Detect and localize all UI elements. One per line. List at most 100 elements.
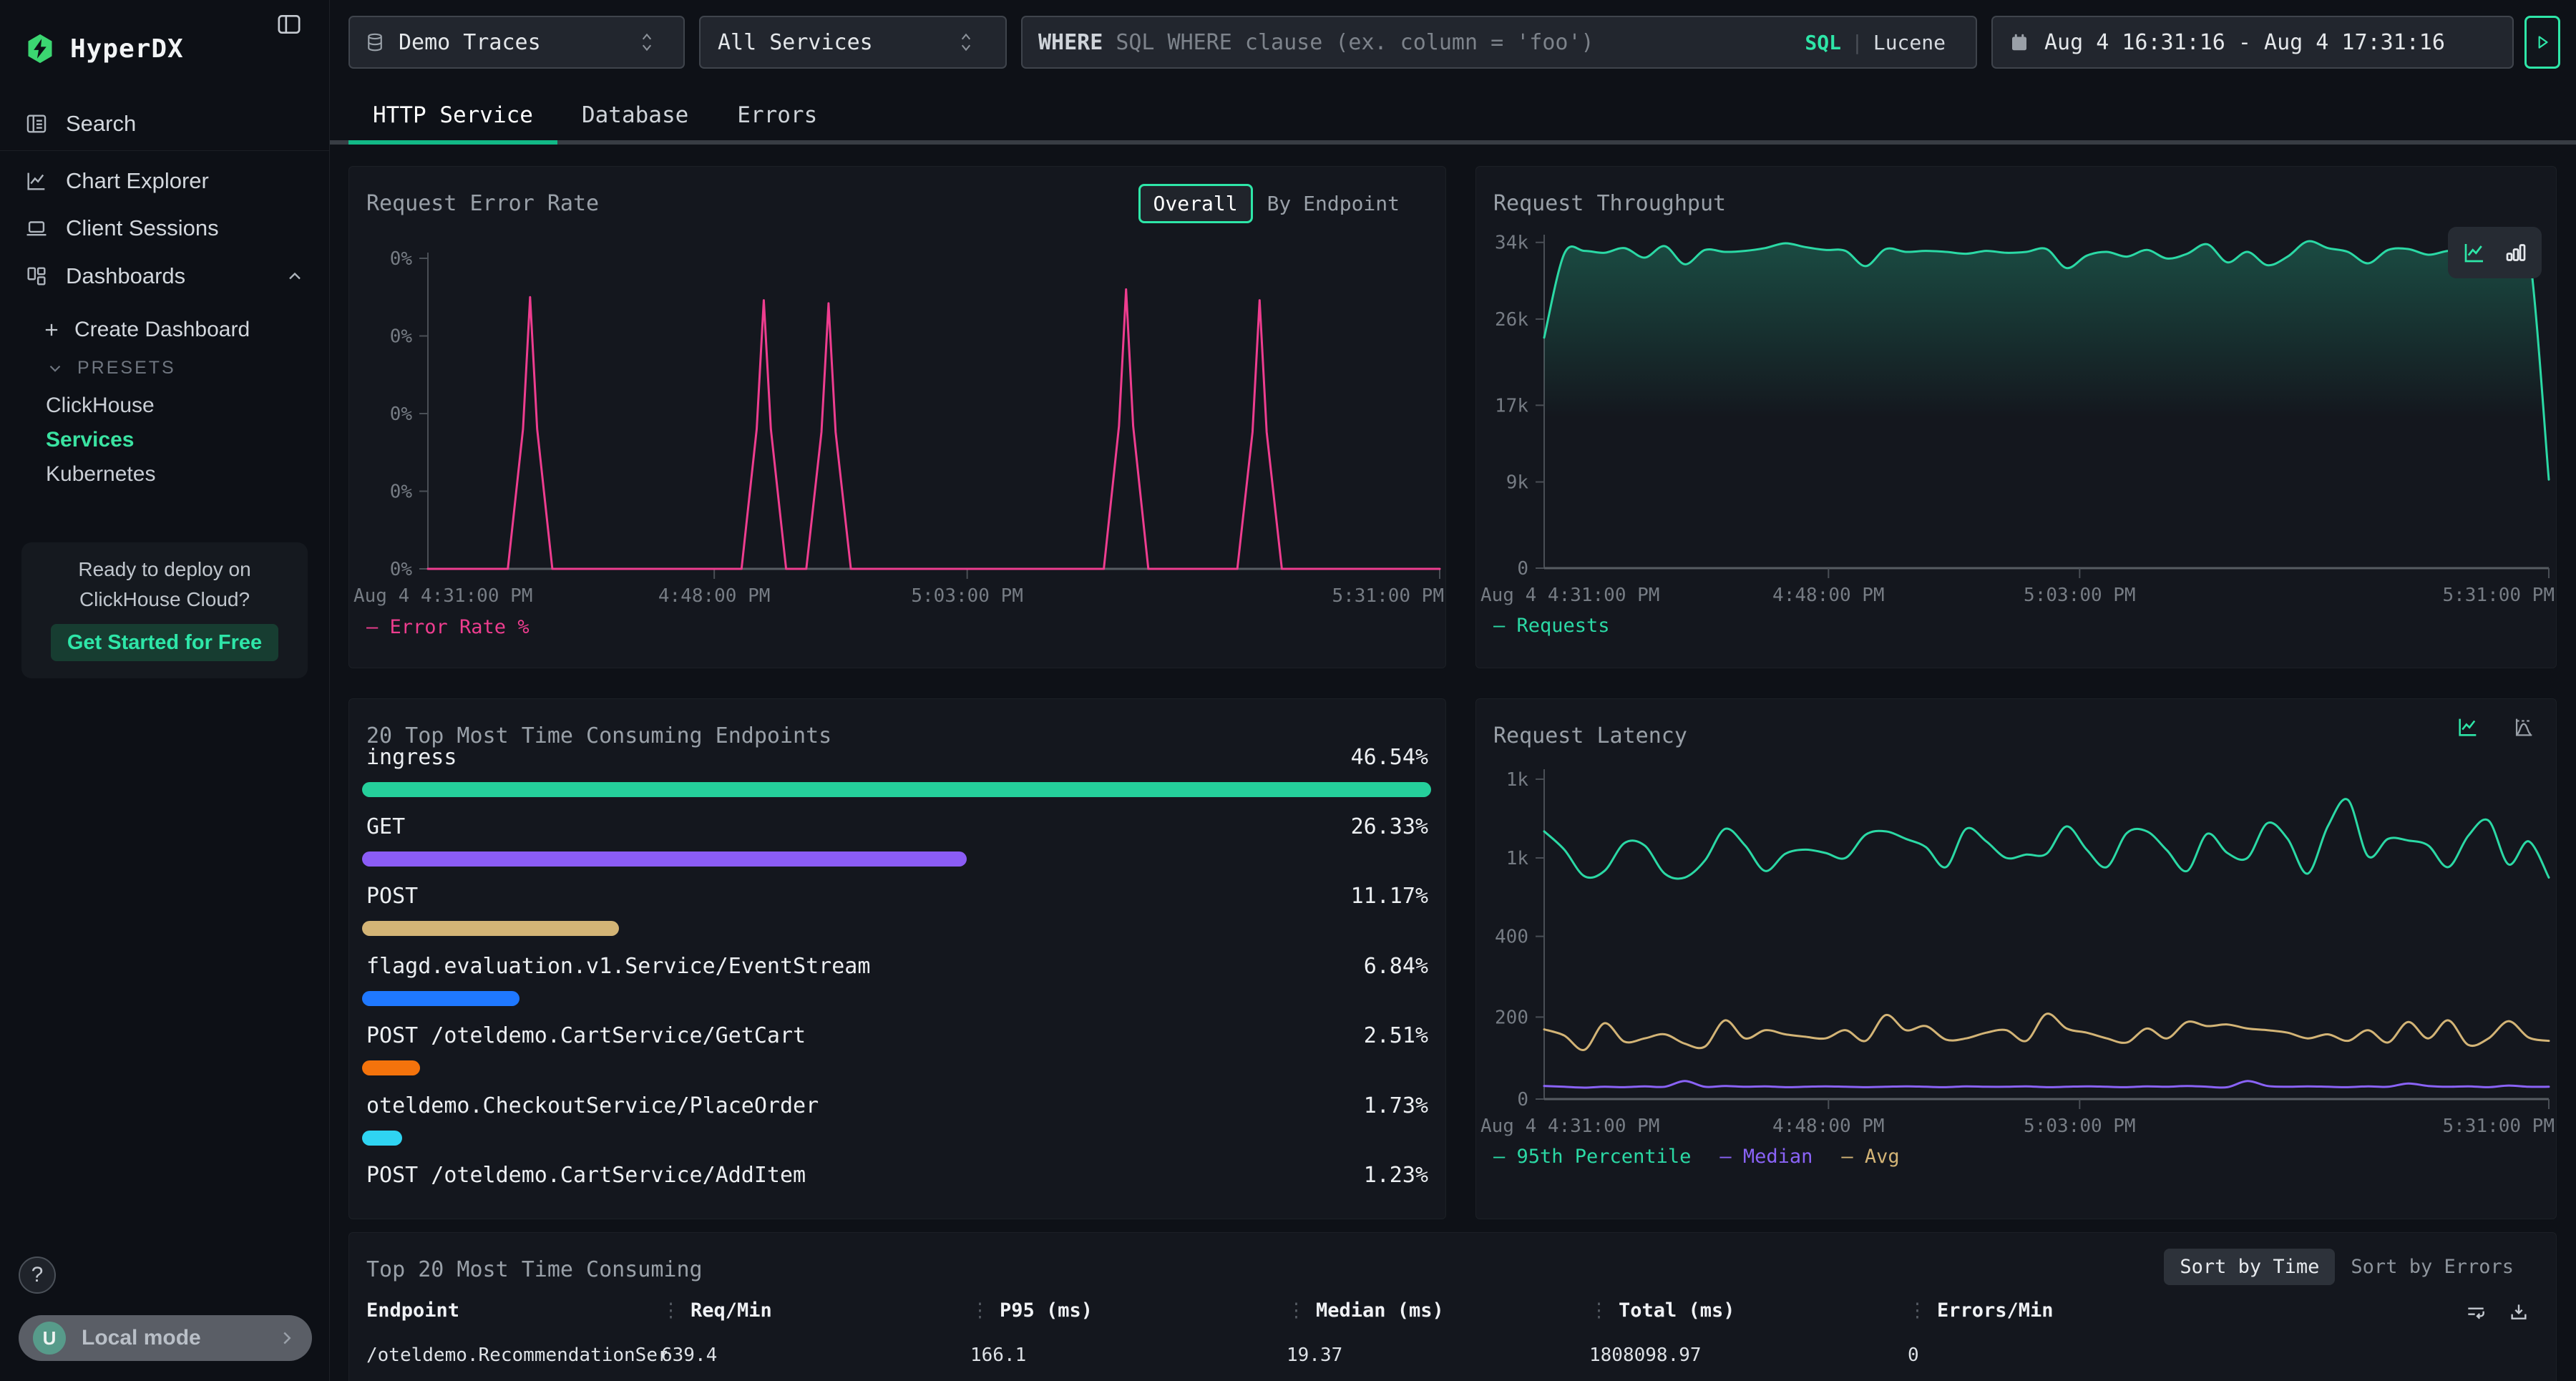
sidebar-collapse-icon[interactable] (275, 10, 303, 39)
column-grip-icon[interactable]: ⋮ (1287, 1299, 1306, 1322)
user-mode-label: Local mode (82, 1326, 201, 1350)
panel-title: Request Error Rate (366, 191, 599, 216)
sidebar-preset-services[interactable]: Services (46, 428, 134, 452)
get-started-button[interactable]: Get Started for Free (51, 624, 278, 661)
tab-errors[interactable]: Errors (713, 90, 841, 145)
sql-mode-button[interactable]: SQL (1805, 31, 1841, 54)
service-select[interactable]: All Services (699, 16, 1007, 69)
error-rate-chart[interactable]: 0%0%0%0%0%Aug 4 4:31:00 PM4:48:00 PM5:03… (349, 243, 1447, 612)
cell-endpoint[interactable]: /oteldemo.RecommendationServ (366, 1345, 667, 1366)
column-grip-icon[interactable]: ⋮ (1589, 1299, 1609, 1322)
throughput-chart[interactable]: 09k17k26k34kAug 4 4:31:00 PM4:48:00 PM5:… (1476, 223, 2557, 613)
tab-http-service[interactable]: HTTP Service (348, 90, 557, 145)
lucene-mode-button[interactable]: Lucene (1873, 31, 1946, 54)
endpoint-row[interactable]: oteldemo.CheckoutService/PlaceOrder 1.73… (362, 1093, 1431, 1163)
endpoint-bar (362, 991, 519, 1006)
request-error-rate-panel: Request Error Rate Overall By Endpoint 0… (348, 166, 1446, 668)
svg-text:0%: 0% (390, 559, 413, 580)
svg-text:1k: 1k (1506, 769, 1529, 791)
sidebar-preset-kubernetes[interactable]: Kubernetes (46, 462, 155, 487)
create-dashboard-button[interactable]: Create Dashboard (42, 318, 250, 342)
sidebar-preset-clickhouse[interactable]: ClickHouse (46, 394, 155, 418)
cell-errors-min: 0 (1908, 1345, 1919, 1366)
column-header-median[interactable]: ⋮Median (ms) (1287, 1299, 1444, 1322)
sort-by-errors-button[interactable]: Sort by Errors (2335, 1249, 2529, 1285)
wrap-lines-icon[interactable] (2464, 1301, 2487, 1324)
legend-avg[interactable]: — Avg (1841, 1146, 1899, 1168)
select-chevrons-icon (638, 30, 656, 54)
help-button[interactable]: ? (19, 1256, 56, 1294)
toggle-by-endpoint-button[interactable]: By Endpoint (1253, 186, 1414, 221)
error-rate-legend[interactable]: — Error Rate % (366, 616, 530, 638)
presets-toggle[interactable]: PRESETS (46, 358, 176, 379)
time-range-picker[interactable]: Aug 4 16:31:16 - Aug 4 17:31:16 (1991, 16, 2514, 69)
endpoint-row[interactable]: ingress 46.54% (362, 745, 1431, 814)
sidebar-item-search[interactable]: Search (0, 100, 329, 147)
sidebar-item-label: Client Sessions (66, 215, 219, 241)
endpoint-row[interactable]: POST 11.17% (362, 884, 1431, 953)
endpoint-label: flagd.evaluation.v1.Service/EventStream (366, 954, 870, 979)
panel-title: Request Throughput (1493, 191, 1726, 216)
column-header-total[interactable]: ⋮Total (ms) (1589, 1299, 1735, 1322)
svg-text:400: 400 (1495, 927, 1528, 948)
latency-chart[interactable]: 02004001k1kAug 4 4:31:00 PM4:48:00 PM5:0… (1476, 753, 2557, 1143)
download-icon[interactable] (2507, 1301, 2530, 1324)
endpoint-row[interactable]: POST /oteldemo.CartService/AddItem 1.23% (362, 1163, 1431, 1219)
line-chart-icon[interactable] (2462, 240, 2487, 265)
sidebar-item-client-sessions[interactable]: Client Sessions (0, 205, 329, 252)
panel-title: Request Latency (1493, 723, 1687, 748)
endpoint-row[interactable]: GET 26.33% (362, 814, 1431, 884)
column-header-req-min[interactable]: ⋮Req/Min (661, 1299, 772, 1322)
select-chevrons-icon (957, 30, 975, 54)
endpoint-percent: 6.84% (1364, 954, 1428, 979)
sort-by-time-button[interactable]: Sort by Time (2164, 1249, 2335, 1285)
endpoint-percent: 1.73% (1364, 1093, 1428, 1118)
top-time-consuming-table-panel: Top 20 Most Time Consuming Sort by Time … (348, 1232, 2557, 1381)
request-latency-panel: Request Latency 02004001k1kAug 4 4:31:00… (1475, 698, 2557, 1219)
endpoint-bar (362, 1131, 402, 1146)
user-menu[interactable]: U Local mode (19, 1315, 312, 1361)
legend-95th-percentile[interactable]: — 95th Percentile (1493, 1146, 1691, 1168)
sidebar-item-chart-explorer[interactable]: Chart Explorer (0, 157, 329, 205)
endpoint-percent: 11.17% (1351, 884, 1428, 909)
column-grip-icon[interactable]: ⋮ (970, 1299, 990, 1322)
endpoint-label: GET (366, 814, 405, 839)
throughput-legend[interactable]: — Requests (1493, 615, 1610, 637)
chevron-right-icon (276, 1327, 298, 1349)
endpoint-row[interactable]: flagd.evaluation.v1.Service/EventStream … (362, 954, 1431, 1023)
create-dashboard-label: Create Dashboard (74, 318, 250, 342)
latency-legend: — 95th Percentile — Median — Avg (1493, 1146, 1900, 1168)
column-header-endpoint[interactable]: Endpoint (366, 1299, 667, 1322)
svg-text:0: 0 (1517, 1089, 1528, 1111)
column-header-errors-min[interactable]: ⋮Errors/Min (1908, 1299, 2054, 1322)
svg-text:5:03:00 PM: 5:03:00 PM (2024, 585, 2136, 606)
run-query-button[interactable] (2524, 16, 2560, 69)
bar-chart-icon[interactable] (2503, 240, 2529, 265)
source-select[interactable]: Demo Traces (348, 16, 685, 69)
top-endpoints-panel: 20 Top Most Time Consuming Endpoints ing… (348, 698, 1446, 1219)
toggle-overall-button[interactable]: Overall (1138, 184, 1253, 223)
svg-text:5:31:00 PM: 5:31:00 PM (2442, 585, 2555, 606)
svg-text:4:48:00 PM: 4:48:00 PM (658, 585, 771, 607)
where-clause-input[interactable]: WHERE SQL WHERE clause (ex. column = 'fo… (1021, 16, 1977, 69)
tab-database[interactable]: Database (557, 90, 713, 145)
sidebar-divider (0, 150, 329, 151)
endpoint-label: POST (366, 884, 418, 909)
line-chart-icon[interactable] (2456, 715, 2480, 739)
legend-median[interactable]: — Median (1719, 1146, 1813, 1168)
dashboards-icon (24, 264, 49, 288)
column-grip-icon[interactable]: ⋮ (1908, 1299, 1927, 1322)
hyperdx-app: HyperDX Search Chart Explorer Client Ses… (0, 0, 2576, 1381)
laptop-icon (24, 216, 49, 240)
chart-explorer-icon (24, 169, 49, 193)
cell-req-min: 639.4 (661, 1345, 717, 1366)
column-grip-icon[interactable]: ⋮ (661, 1299, 680, 1322)
endpoint-bar (362, 782, 1431, 797)
endpoint-label: POST /oteldemo.CartService/AddItem (366, 1163, 806, 1188)
sidebar-item-dashboards[interactable]: Dashboards (0, 253, 329, 300)
svg-text:5:03:00 PM: 5:03:00 PM (2024, 1116, 2136, 1137)
endpoint-row[interactable]: POST /oteldemo.CartService/GetCart 2.51% (362, 1023, 1431, 1093)
database-icon (364, 31, 386, 53)
histogram-icon[interactable] (2512, 715, 2536, 739)
column-header-p95[interactable]: ⋮P95 (ms) (970, 1299, 1093, 1322)
